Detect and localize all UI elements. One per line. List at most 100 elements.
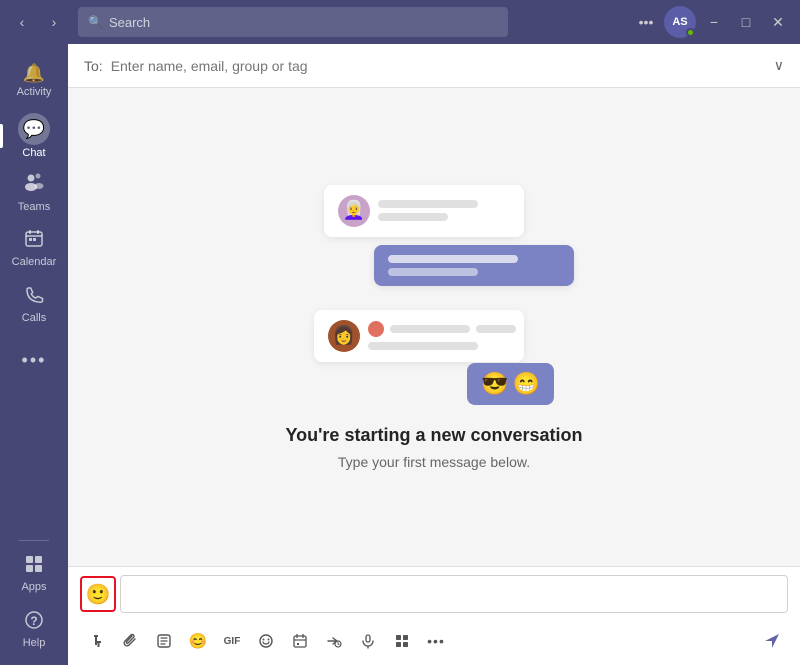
calendar-icon <box>24 228 44 254</box>
toolbar-row: 😊 GIF <box>68 621 800 665</box>
send-button[interactable] <box>756 625 788 657</box>
gif-button[interactable]: GIF <box>216 625 248 657</box>
new-conversation-subtitle: Type your first message below. <box>338 454 530 470</box>
more-options-button[interactable]: ••• <box>632 8 660 36</box>
schedule-button[interactable] <box>284 625 316 657</box>
to-input[interactable] <box>111 58 766 74</box>
reaction-icon <box>368 321 384 337</box>
window-controls: ••• AS − □ ✕ <box>632 6 792 38</box>
chat-icon-circle: 💬 <box>18 113 50 145</box>
emoji-grin: 😁 <box>513 371 540 397</box>
send-later-icon <box>326 633 342 649</box>
sidebar-apps-label: Apps <box>21 581 46 593</box>
illustration: 👩‍🦳 👩 <box>294 185 574 405</box>
sidebar-item-activity[interactable]: 🔔 Activity <box>0 52 68 108</box>
more-toolbar-icon: ••• <box>427 633 445 649</box>
calls-icon <box>24 285 44 310</box>
chat-area: 👩‍🦳 👩 <box>68 88 800 566</box>
msg-line <box>368 342 478 350</box>
more-icon: ••• <box>22 350 47 371</box>
apps-toolbar-button[interactable] <box>386 625 418 657</box>
close-button[interactable]: ✕ <box>764 8 792 36</box>
msg-line <box>378 200 478 208</box>
avatar-initials: AS <box>672 16 687 28</box>
illustration-card-2 <box>374 245 574 286</box>
search-icon: 🔍 <box>88 15 103 29</box>
sidebar-divider <box>19 540 49 541</box>
nav-forward-button[interactable]: › <box>40 8 68 36</box>
sidebar-item-teams[interactable]: Teams <box>0 164 68 220</box>
msg-lines-1 <box>378 200 478 221</box>
attach-icon <box>122 633 138 649</box>
msg-line <box>388 255 518 263</box>
message-input[interactable] <box>120 575 788 613</box>
msg-lines-3 <box>368 321 516 350</box>
apps-toolbar-icon <box>394 633 410 649</box>
sidebar-calendar-label: Calendar <box>12 256 57 268</box>
sidebar-item-more[interactable]: ••• <box>0 332 68 388</box>
sidebar-activity-label: Activity <box>17 86 52 98</box>
illustration-card-3: 👩 <box>314 310 524 362</box>
send-later-button[interactable] <box>318 625 350 657</box>
sidebar-item-calls[interactable]: Calls <box>0 276 68 332</box>
search-bar: 🔍 <box>78 7 508 37</box>
schedule-icon <box>292 633 308 649</box>
format-button[interactable] <box>80 625 112 657</box>
help-icon: ? <box>24 610 44 635</box>
nav-buttons: ‹ › <box>8 8 68 36</box>
format-icon <box>88 633 104 649</box>
msg-line <box>388 268 478 276</box>
chat-icon: 💬 <box>23 119 45 140</box>
user-avatar[interactable]: AS <box>664 6 696 38</box>
msg-line-row <box>368 321 516 337</box>
send-icon <box>763 632 781 650</box>
user-status-indicator <box>686 28 695 37</box>
apps-icon <box>24 554 44 579</box>
audio-button[interactable] <box>352 625 384 657</box>
gif-icon: GIF <box>224 636 241 647</box>
sidebar-item-help[interactable]: ? Help <box>0 601 68 657</box>
sticker-icon <box>258 633 274 649</box>
activity-icon: 🔔 <box>23 63 45 84</box>
emoji-reaction-card: 😎 😁 <box>467 363 554 405</box>
teams-icon <box>23 171 45 199</box>
minimize-button[interactable]: − <box>700 8 728 36</box>
msg-line <box>476 325 516 333</box>
emoji-cool: 😎 <box>481 371 508 397</box>
sidebar-teams-label: Teams <box>18 201 50 213</box>
sticker-button[interactable] <box>250 625 282 657</box>
sidebar-chat-label: Chat <box>22 147 45 159</box>
to-bar: To: ∨ <box>68 44 800 88</box>
illustration-card-1: 👩‍🦳 <box>324 185 524 237</box>
maximize-button[interactable]: □ <box>732 8 760 36</box>
sidebar-item-apps[interactable]: Apps <box>0 545 68 601</box>
msg-line <box>378 213 448 221</box>
to-chevron-icon[interactable]: ∨ <box>774 57 784 74</box>
msg-lines-2 <box>388 255 518 276</box>
search-input[interactable] <box>109 15 498 30</box>
nav-back-button[interactable]: ‹ <box>8 8 36 36</box>
main-layout: 🔔 Activity 💬 Chat Teams <box>0 44 800 665</box>
title-bar: ‹ › 🔍 ••• AS − □ ✕ <box>0 0 800 44</box>
sidebar: 🔔 Activity 💬 Chat Teams <box>0 44 68 665</box>
audio-icon <box>360 633 376 649</box>
loop-button[interactable] <box>148 625 180 657</box>
attach-button[interactable] <box>114 625 146 657</box>
emoji-button[interactable]: 😊 <box>182 625 214 657</box>
input-area: 🙂 <box>68 566 800 665</box>
emoji-trigger-button[interactable]: 🙂 <box>80 576 116 612</box>
avatar-1: 👩‍🦳 <box>338 195 370 227</box>
content-area: To: ∨ 👩‍🦳 <box>68 44 800 665</box>
msg-line <box>390 325 470 333</box>
sidebar-item-calendar[interactable]: Calendar <box>0 220 68 276</box>
svg-text:?: ? <box>30 614 37 628</box>
emoji-icon: 😊 <box>189 632 208 650</box>
emoji-trigger-icon: 🙂 <box>86 582 111 607</box>
sidebar-calls-label: Calls <box>22 312 46 324</box>
more-toolbar-button[interactable]: ••• <box>420 625 452 657</box>
avatar-2: 👩 <box>328 320 360 352</box>
new-conversation-title: You're starting a new conversation <box>285 425 582 446</box>
message-input-row: 🙂 <box>68 567 800 621</box>
sidebar-item-chat[interactable]: 💬 Chat <box>0 108 68 164</box>
to-label: To: <box>84 58 103 74</box>
